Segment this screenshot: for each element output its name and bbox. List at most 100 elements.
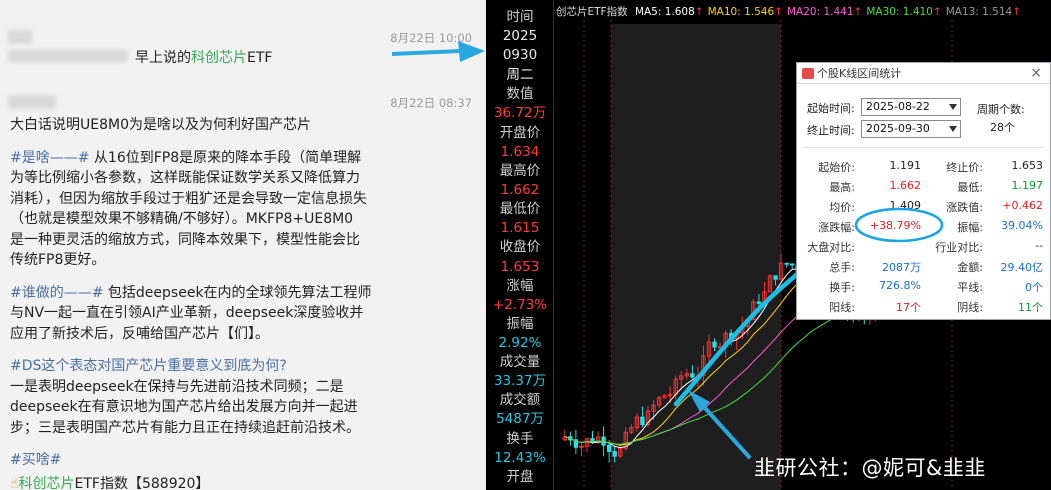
sidebar-field: 最低价: [499, 201, 541, 217]
sidebar-field: 12.43%: [494, 450, 546, 466]
arrow-up-icon: ↑: [853, 6, 863, 18]
watermark-text: 韭研公社：@妮可&韭韭: [754, 456, 986, 480]
dialog-titlebar[interactable]: 个股K线区间统计 ×: [797, 63, 1050, 84]
stat-value: 29.40亿: [1000, 261, 1044, 274]
arrow-up-icon: ↑: [694, 6, 704, 18]
message-line-text: 是一种更灵活的缩放方式，同降本效果下，模型性能会比: [10, 231, 360, 248]
sidebar-field: 数值: [506, 86, 534, 102]
stat-value: 726.8%: [879, 279, 921, 292]
stat-value: 39.04%: [1001, 219, 1043, 232]
ma-legend-item: MA5: 1.608: [634, 6, 695, 18]
stat-value: 0个: [1025, 281, 1043, 294]
candle-body: [784, 262, 789, 265]
message-line-text: 消耗），但因为缩放手段过于粗犷还是会导致一定信息损失: [10, 190, 367, 207]
divider: [803, 147, 1044, 148]
arrow-up-icon: ↑: [932, 6, 942, 18]
candle-body: [773, 275, 778, 280]
stat-value: --: [1035, 239, 1043, 252]
message-line-text: 应用了新技术后，反哺给国产芯片【们】。: [10, 325, 269, 342]
message-line: #谁做的——# 包括deepseek在内的全球领先算法工程师: [10, 283, 372, 304]
message-text-prefix: 早上说的: [135, 50, 191, 66]
highlight-link[interactable]: 科创芯片: [19, 476, 75, 490]
message-line: #买啥#: [10, 450, 372, 471]
arrow-up-icon: ↑: [774, 6, 783, 18]
message-text-suffix: ETF指数【588920】: [74, 476, 210, 490]
sidebar-field: 成交额: [499, 392, 541, 408]
stat-label: 阳线:: [829, 301, 855, 314]
sidebar-field: 1.662: [500, 182, 540, 198]
annotation-arrow-icon: [391, 41, 485, 62]
stat-value: 1.653: [1011, 159, 1044, 172]
stat-label: 涨跌幅:: [818, 221, 855, 234]
avatar: [8, 30, 32, 44]
message-line-text: 大白话说明UE8M0为是啥以及为何利好国产芯片: [10, 117, 311, 133]
stat-value: 2087万: [882, 261, 921, 274]
candle-body: [640, 416, 645, 426]
sidebar-field: 2.92%: [498, 335, 542, 351]
stat-label: 起始价:: [818, 161, 855, 174]
ma-legend-item: MA13: 1.514: [945, 6, 1013, 18]
cycles-label: 周期个数:: [977, 103, 1025, 116]
stat-label: 换手:: [829, 281, 855, 294]
end-time-value: 2025-09-30: [866, 122, 930, 135]
sidebar-field: +2.73%: [492, 297, 548, 313]
candle-body: [612, 451, 617, 457]
stat-label: 金额:: [957, 261, 983, 274]
close-icon[interactable]: ×: [1030, 63, 1042, 84]
message-line: [10, 271, 372, 283]
ma-legend-title: 创芯片ETF指数: [556, 6, 628, 18]
message-line-text: （也就是模型效果不够精确/不够好）。MKFP8+UE8M0: [10, 211, 354, 227]
message-line-text: 为等比例缩小各参数，这样既能保证数学关系又降低算力: [10, 170, 360, 186]
end-time-select[interactable]: 2025-09-30: [861, 120, 961, 138]
message-line: 消耗），但因为缩放手段过于粗犷还是会导致一定信息损失: [10, 189, 372, 210]
message-timestamp: 8月22日 08:37: [390, 96, 472, 110]
quote-sidebar: 时间 2025 0930 周二 数值 36.72万 开盘价 1.634 最高价 1.662 最低价 1…: [486, 0, 554, 490]
message-line: 步；三是表明国产芯片有能力且正在持续追赶前沿技术。: [10, 418, 372, 439]
chat-panel: 8月22日 10:00 早上说的科创芯片ETF 8月22日 08:37 大白话说…: [0, 0, 486, 490]
message-line: [10, 136, 372, 148]
candle-body: [790, 263, 795, 266]
message-line: 应用了新技术后，反哺给国产芯片【们】。: [10, 324, 372, 345]
sidebar-field: 最高价: [499, 163, 541, 179]
message-line: （也就是模型效果不够精确/不够好）。MKFP8+UE8M0: [10, 209, 372, 230]
hashtag[interactable]: #DS这个表态对国产芯片重要意义到底为何?: [10, 358, 287, 374]
sidebar-field: 收盘价: [499, 239, 541, 255]
message-body: 大白话说明UE8M0为是啥以及为何利好国产芯片 #是啥——# 从16位到FP8是原…: [10, 115, 372, 471]
sidebar-field: 2025: [502, 28, 538, 44]
message-line: 一是表明deepseek在保持与先进前沿技术同频；二是: [10, 377, 372, 398]
message-line-text: 传统FP8更好。: [10, 252, 106, 268]
message-line: #是啥——# 从16位到FP8是原来的降本手段（简单理解: [10, 148, 372, 169]
message-line: 与NV一起一直在引领AI产业革新，deepseek深度验收并: [10, 303, 372, 324]
sidebar-field: 1.634: [500, 144, 540, 160]
start-time-select[interactable]: 2025-08-22: [861, 98, 961, 116]
sidebar-field: 周二: [506, 67, 534, 83]
username-blurred: [8, 50, 128, 62]
hashtag[interactable]: #是啥——#: [10, 150, 89, 166]
message-line: 为等比例缩小各参数，这样既能保证数学关系又降低算力: [10, 168, 372, 189]
message-line-text: 从16位到FP8是原来的降本手段（简单理解: [89, 149, 362, 166]
sidebar-field: 时间: [506, 9, 534, 25]
stat-label: 最低:: [957, 181, 983, 194]
sidebar-field: 5487万: [496, 411, 544, 427]
hashtag[interactable]: #买啥#: [10, 452, 61, 468]
sidebar-field: 换手: [506, 431, 534, 447]
stat-label: 大盘对比:: [807, 241, 855, 254]
stat-label: 阴线:: [957, 301, 983, 314]
sidebar-field: 涨幅: [506, 278, 534, 294]
highlight-link[interactable]: 科创芯片: [191, 50, 247, 66]
stat-label: 均价:: [829, 201, 855, 214]
arrow-up-icon: ↑: [1012, 6, 1022, 18]
message-line-text: deepseek在有意识地为国产芯片给出发展方向并一起进: [10, 399, 358, 415]
message-last-line: ☝科创芯片ETF指数【588920】: [10, 474, 209, 490]
sidebar-field: 0930: [502, 47, 538, 63]
stat-value: 11个: [1018, 301, 1043, 314]
sidebar-field: 开盘价: [499, 125, 541, 141]
message-line: 大白话说明UE8M0为是啥以及为何利好国产芯片: [10, 115, 372, 136]
hashtag[interactable]: #谁做的——#: [10, 285, 103, 301]
stat-label: 最高:: [829, 181, 855, 194]
start-time-value: 2025-08-22: [866, 100, 930, 113]
cycles-value: 28个: [990, 121, 1015, 134]
start-time-label: 起始时间:: [807, 102, 855, 115]
hand-icon: ☝: [10, 476, 19, 490]
message-line: [10, 438, 372, 450]
